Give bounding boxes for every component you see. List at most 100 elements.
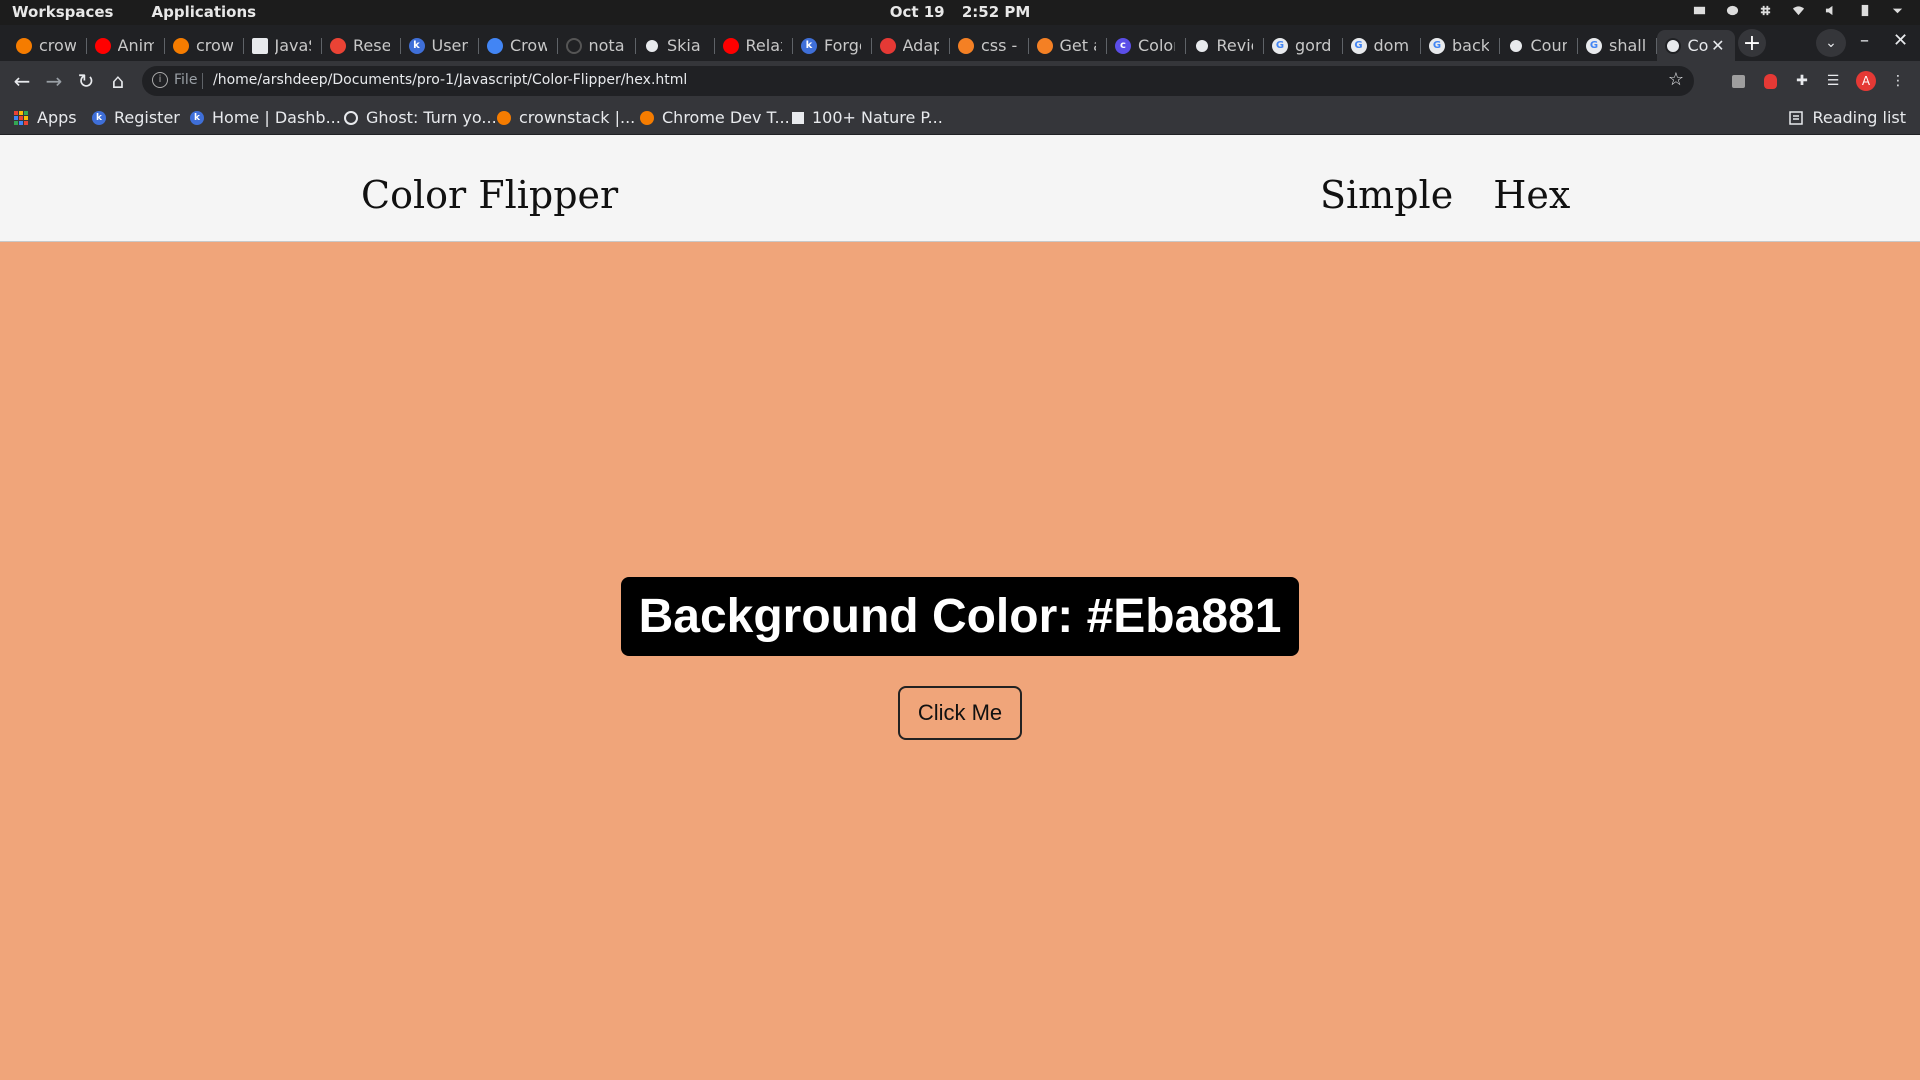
minimize-window-icon[interactable]: – [1860, 30, 1869, 51]
profile-avatar[interactable]: A [1856, 71, 1876, 91]
stackoverflow-icon [958, 37, 974, 54]
youtube-icon [94, 37, 111, 54]
bookmark-item[interactable]: k Register [92, 108, 180, 127]
orange-circle-icon [497, 110, 511, 125]
reading-list-label: Reading list [1812, 108, 1906, 127]
browser-tab[interactable]: k User- [401, 30, 479, 61]
bookmark-item[interactable]: crownstack |... [497, 108, 635, 127]
close-window-icon[interactable]: ✕ [1893, 30, 1908, 51]
system-clock[interactable]: Oct 19 2:52 PM [0, 3, 1920, 21]
bookmark-item[interactable]: k Home | Dashb... [190, 108, 341, 127]
orange-circle-icon [173, 37, 189, 54]
github-icon [565, 37, 582, 54]
browser-tab[interactable]: Gdom [1343, 30, 1421, 61]
clock-date: Oct 19 [889, 3, 945, 21]
omnibox-divider [202, 73, 203, 89]
extensions-puzzle-icon[interactable]: ✚ [1792, 71, 1812, 91]
bookmark-label: Register [114, 108, 180, 127]
color-flipper-container: Background Color: #Eba881 Click Me [0, 577, 1920, 740]
bookmark-square-icon [251, 37, 268, 54]
browser-tab[interactable]: Get a [1029, 30, 1107, 61]
tab-title: Get a [1059, 36, 1097, 55]
browser-tab[interactable]: Relax [715, 30, 793, 61]
tab-title: css - [981, 36, 1018, 55]
bookmark-label: Home | Dashb... [212, 108, 341, 127]
new-tab-button[interactable]: + [1738, 29, 1766, 57]
browser-tab[interactable]: Revie [1186, 30, 1264, 61]
browser-tab[interactable]: crown [165, 30, 244, 61]
system-menu-chevron-icon[interactable] [1891, 4, 1904, 17]
bookmark-item[interactable]: 100+ Nature P... [792, 108, 943, 127]
forward-button[interactable]: → [42, 69, 66, 93]
browser-menu-icon[interactable]: ⋮ [1888, 71, 1908, 91]
browser-tab[interactable]: crown [8, 30, 87, 61]
screen-share-icon[interactable] [1693, 4, 1706, 17]
wifi-icon[interactable] [1792, 4, 1805, 17]
google-icon: G [1350, 37, 1367, 54]
browser-tab[interactable]: k Forgo [793, 30, 872, 61]
close-tab-icon[interactable]: ✕ [1711, 36, 1724, 55]
slack-icon[interactable] [1759, 4, 1772, 17]
system-tray[interactable] [1693, 4, 1904, 17]
browser-tab[interactable]: Reset [322, 30, 401, 61]
battery-icon[interactable] [1858, 4, 1871, 17]
browser-tab[interactable]: Anim [87, 30, 165, 61]
gmail-icon [330, 37, 346, 54]
browser-tab[interactable]: css - [950, 30, 1029, 61]
extension-red-hand-icon[interactable] [1760, 71, 1780, 91]
url-scheme-label: File [174, 72, 198, 88]
nav-link-simple[interactable]: Simple [1320, 173, 1453, 217]
browser-tab[interactable]: Coun [1500, 30, 1578, 61]
tab-title: JavaS [274, 36, 312, 55]
nav-link-hex[interactable]: Hex [1493, 173, 1570, 217]
bookmark-label: crownstack |... [519, 108, 636, 127]
tab-title: Color [1138, 36, 1175, 55]
browser-tab[interactable]: Skia [636, 30, 715, 61]
browser-tab[interactable]: Ggordo [1264, 30, 1343, 61]
volume-icon[interactable] [1825, 4, 1838, 17]
bookmarks-bar: Apps k Register k Home | Dashb... Ghost: Turn… [0, 101, 1920, 135]
bookmark-item[interactable]: Ghost: Turn yo... [344, 108, 497, 127]
browser-tab[interactable]: Gbackg [1421, 30, 1500, 61]
c-icon: c [1115, 37, 1131, 54]
k-icon: k [190, 110, 204, 125]
youtube-icon [722, 37, 739, 54]
browser-tab[interactable]: notas [558, 30, 636, 61]
tab-title: Adap [902, 36, 940, 55]
tab-title: dom [1373, 36, 1410, 55]
bookmark-item[interactable]: Apps [14, 108, 77, 127]
reading-list-button[interactable]: Reading list [1788, 108, 1906, 127]
tab-title: Crow [510, 36, 547, 55]
browser-tab[interactable]: Crow [479, 30, 558, 61]
tab-title: User- [431, 36, 469, 55]
site-info-icon[interactable]: i [152, 72, 168, 88]
url-text[interactable]: /home/arshdeep/Documents/pro-1/Javascrip… [213, 72, 687, 88]
address-bar[interactable]: i File /home/arshdeep/Documents/pro-1/Ja… [142, 66, 1694, 96]
tab-title: crown [196, 36, 233, 55]
tab-search-button[interactable]: ⌄ [1816, 29, 1846, 57]
browser-tab[interactable]: Gshall [1578, 30, 1657, 61]
home-button[interactable]: ⌂ [106, 69, 130, 93]
orange-circle-icon [640, 110, 654, 125]
browser-tab[interactable]: Adap [872, 30, 950, 61]
tab-active[interactable]: Co ✕ [1656, 30, 1735, 61]
back-button[interactable]: ← [10, 69, 34, 93]
unsplash-icon [792, 111, 804, 124]
browser-tab[interactable]: c Color [1107, 30, 1186, 61]
click-me-button[interactable]: Click Me [897, 686, 1023, 740]
google-icon: G [1586, 37, 1602, 54]
bookmark-label: Ghost: Turn yo... [366, 108, 497, 127]
site-brand: Color Flipper [361, 173, 619, 217]
bookmark-star-icon[interactable]: ☆ [1668, 69, 1684, 90]
discord-icon[interactable] [1726, 4, 1739, 17]
reload-button[interactable]: ↻ [74, 69, 98, 93]
browser-tab[interactable]: JavaS [244, 30, 322, 61]
bookmark-item[interactable]: Chrome Dev T... [640, 108, 790, 127]
extension-gray-square-icon[interactable] [1728, 71, 1748, 91]
site-navbar: Color Flipper Simple Hex [0, 135, 1920, 242]
stackoverflow-icon [1036, 37, 1053, 54]
bookmark-label: 100+ Nature P... [812, 108, 943, 127]
media-queue-icon[interactable]: ☰ [1823, 71, 1843, 91]
globe-icon [1664, 37, 1681, 54]
tab-title: shall [1609, 36, 1646, 55]
